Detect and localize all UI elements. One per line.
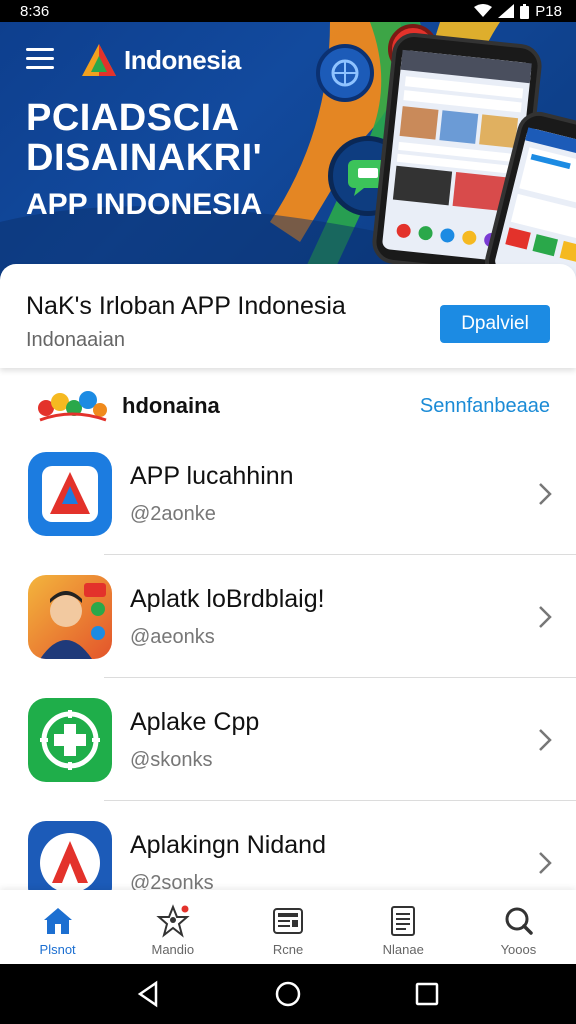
app-name: Aplatk loBrdblaig! — [130, 584, 325, 613]
hero-subtitle: APP INDONESIA — [26, 188, 263, 221]
brand-name: Indonesia — [124, 44, 241, 75]
nav-label: Nlanae — [382, 942, 424, 957]
battery-icon — [520, 3, 530, 19]
document-icon — [391, 906, 416, 936]
section-header: hdonaina Sennfanbeaae — [0, 380, 576, 432]
search-icon — [505, 907, 534, 935]
nav-label: Rcne — [272, 942, 304, 957]
app-list-item[interactable]: Aplake Cpp @skonks — [0, 678, 576, 801]
status-icons: P18 — [474, 3, 562, 20]
app-name: Aplake Cpp — [130, 707, 260, 736]
menu-button[interactable] — [26, 48, 54, 72]
section-see-all-link[interactable]: Sennfanbeaae — [420, 395, 550, 418]
nav-label: Mandio — [151, 942, 195, 957]
back-icon[interactable] — [134, 979, 164, 1009]
nav-item-favorites[interactable]: Mandio — [115, 890, 230, 964]
green-cross-icon — [28, 697, 112, 782]
news-icon — [273, 908, 303, 934]
nav-label: Plsnot — [39, 942, 76, 957]
app-name: Aplakingn Nidand — [130, 830, 326, 859]
featured-app-card[interactable]: NaK's Irloban APP Indonesia Indonaaian D… — [0, 264, 576, 368]
home-circle-icon[interactable] — [273, 979, 303, 1009]
bottom-navigation: Plsnot Mandio Rcne Nlanae Yooos — [0, 890, 576, 964]
home-icon — [43, 908, 72, 934]
globe-badge-icon — [316, 44, 374, 102]
hero-banner: Indonesia PCIADSCIA DISAINAKRI' APP INDO… — [0, 22, 576, 280]
status-time: 8:36 — [20, 2, 50, 20]
section-logo-icon — [38, 391, 107, 422]
app-handle: @skonks — [130, 748, 213, 771]
nav-item-home[interactable]: Plsnot — [0, 890, 115, 964]
nav-item-search[interactable]: Yooos — [461, 890, 576, 964]
app-handle: @2aonke — [130, 502, 216, 525]
star-person-icon — [156, 904, 190, 938]
section-title: hdonaina — [122, 393, 220, 418]
app-name: APP lucahhinn — [130, 461, 294, 490]
status-bar: 8:36 P18 — [0, 0, 576, 22]
brand: Indonesia — [80, 42, 241, 78]
hero-title-line2: DISAINAKRI' — [26, 137, 263, 179]
chevron-right-icon — [539, 605, 552, 628]
chevron-right-icon — [539, 851, 552, 874]
app-list-item[interactable]: APP lucahhinn @2aonke — [0, 432, 576, 555]
red-arrow-icon — [28, 451, 112, 536]
app-handle: @aeonks — [130, 625, 215, 648]
recents-icon[interactable] — [412, 979, 442, 1009]
nav-item-documents[interactable]: Nlanae — [346, 890, 461, 964]
chevron-right-icon — [539, 728, 552, 751]
app-list-item[interactable]: Aplatk loBrdblaig! @aeonks — [0, 555, 576, 678]
featured-app-button[interactable]: Dpalviel — [440, 305, 550, 343]
nav-label: Yooos — [500, 942, 537, 957]
wifi-icon — [474, 4, 493, 17]
app-list: APP lucahhinn @2aonke Aplatk loBrdblaig!… — [0, 432, 576, 924]
hero-title-line1: PCIADSCIA — [26, 97, 240, 139]
person-photo-icon — [28, 574, 112, 659]
system-navigation-bar — [0, 964, 576, 1024]
chevron-right-icon — [539, 482, 552, 505]
nav-item-news[interactable]: Rcne — [230, 890, 345, 964]
battery-label: P18 — [535, 2, 562, 20]
hero-title: PCIADSCIA DISAINAKRI' — [26, 98, 262, 178]
brand-logo-icon — [82, 44, 116, 76]
signal-icon — [498, 4, 515, 18]
